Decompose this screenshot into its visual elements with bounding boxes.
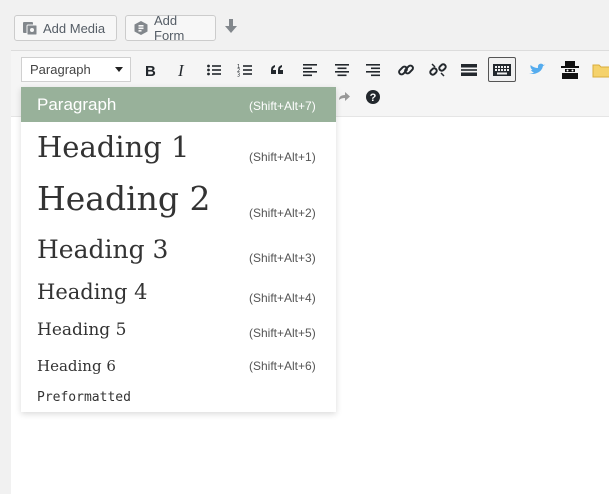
add-form-label: Add Form (154, 13, 185, 43)
bold-button[interactable]: B (137, 57, 163, 82)
svg-text:B: B (145, 63, 156, 78)
menu-item-shortcut: (Shift+Alt+4) (249, 291, 316, 305)
format-menu-item-heading-1[interactable]: Heading 1 (Shift+Alt+1) (21, 125, 336, 169)
blockquote-icon (269, 62, 285, 78)
add-media-label: Add Media (43, 20, 106, 36)
twitter-button[interactable] (524, 57, 550, 82)
unlink-button[interactable] (425, 57, 451, 82)
numbered-list-icon: 123 (237, 62, 253, 78)
form-icon (133, 20, 149, 36)
align-left-icon (302, 62, 318, 78)
add-media-button[interactable]: Add Media (14, 15, 117, 41)
menu-item-label: Heading 3 (37, 235, 169, 264)
format-menu-item-heading-4[interactable]: Heading 4 (Shift+Alt+4) (21, 276, 336, 312)
format-menu-item-heading-6[interactable]: Heading 6 (Shift+Alt+6) (21, 351, 336, 381)
read-more-button[interactable] (456, 57, 482, 82)
format-menu-item-heading-3[interactable]: Heading 3 (Shift+Alt+3) (21, 231, 336, 273)
svg-text:3: 3 (237, 72, 240, 78)
align-center-icon (334, 62, 350, 78)
help-button[interactable]: ? (361, 87, 385, 111)
menu-item-label: Preformatted (37, 390, 131, 405)
toolbar-toggle-icon (492, 62, 512, 78)
format-menu-item-heading-5[interactable]: Heading 5 (Shift+Alt+5) (21, 316, 336, 348)
menu-item-label: Heading 1 (37, 130, 190, 164)
format-select[interactable]: Paragraph (21, 57, 131, 82)
spy-button[interactable] (557, 57, 583, 82)
format-dropdown-menu: Paragraph (Shift+Alt+7) Heading 1 (Shift… (21, 87, 336, 412)
italic-button[interactable]: I (169, 57, 195, 82)
redo-icon (336, 89, 352, 110)
format-menu-item-paragraph[interactable]: Paragraph (Shift+Alt+7) (21, 87, 336, 122)
twitter-icon (527, 62, 547, 78)
menu-item-label: Heading 4 (37, 280, 148, 304)
down-arrow-icon[interactable] (224, 17, 238, 35)
media-buttons-bar: Add Media Add Form (0, 0, 609, 50)
menu-item-shortcut: (Shift+Alt+3) (249, 251, 316, 265)
chevron-down-icon (115, 67, 123, 72)
bullet-list-button[interactable] (201, 57, 227, 82)
blockquote-button[interactable] (264, 57, 290, 82)
numbered-list-button[interactable]: 123 (232, 57, 258, 82)
menu-item-shortcut: (Shift+Alt+5) (249, 326, 316, 340)
menu-item-shortcut: (Shift+Alt+1) (249, 150, 316, 164)
unlink-icon (429, 61, 447, 79)
svg-text:?: ? (370, 92, 377, 104)
italic-icon: I (174, 62, 190, 78)
align-center-button[interactable] (329, 57, 355, 82)
align-left-button[interactable] (297, 57, 323, 82)
read-more-icon (460, 62, 478, 78)
menu-item-shortcut: (Shift+Alt+2) (249, 206, 316, 220)
folder-button[interactable] (589, 57, 609, 82)
menu-item-label: Heading 6 (37, 357, 116, 375)
align-right-icon (365, 62, 381, 78)
link-button[interactable] (393, 57, 419, 82)
align-right-button[interactable] (360, 57, 386, 82)
format-menu-item-heading-2[interactable]: Heading 2 (Shift+Alt+2) (21, 172, 336, 230)
menu-item-label: Heading 5 (37, 320, 127, 340)
bullet-list-icon (206, 62, 222, 78)
toolbar-toggle-button[interactable] (488, 57, 516, 82)
add-form-button[interactable]: Add Form (125, 13, 216, 43)
svg-text:I: I (177, 62, 185, 78)
menu-item-shortcut: (Shift+Alt+7) (249, 99, 316, 113)
folder-icon (592, 62, 609, 78)
menu-item-shortcut: (Shift+Alt+6) (249, 359, 316, 373)
menu-item-label: Heading 2 (37, 179, 211, 218)
spy-icon (559, 60, 581, 80)
help-icon: ? (365, 89, 381, 110)
media-icon (22, 20, 38, 36)
link-icon (397, 61, 415, 79)
format-menu-item-preformatted[interactable]: Preformatted (21, 384, 336, 412)
menu-item-label: Paragraph (37, 95, 117, 114)
bold-icon: B (142, 62, 158, 78)
format-select-value: Paragraph (30, 62, 91, 77)
